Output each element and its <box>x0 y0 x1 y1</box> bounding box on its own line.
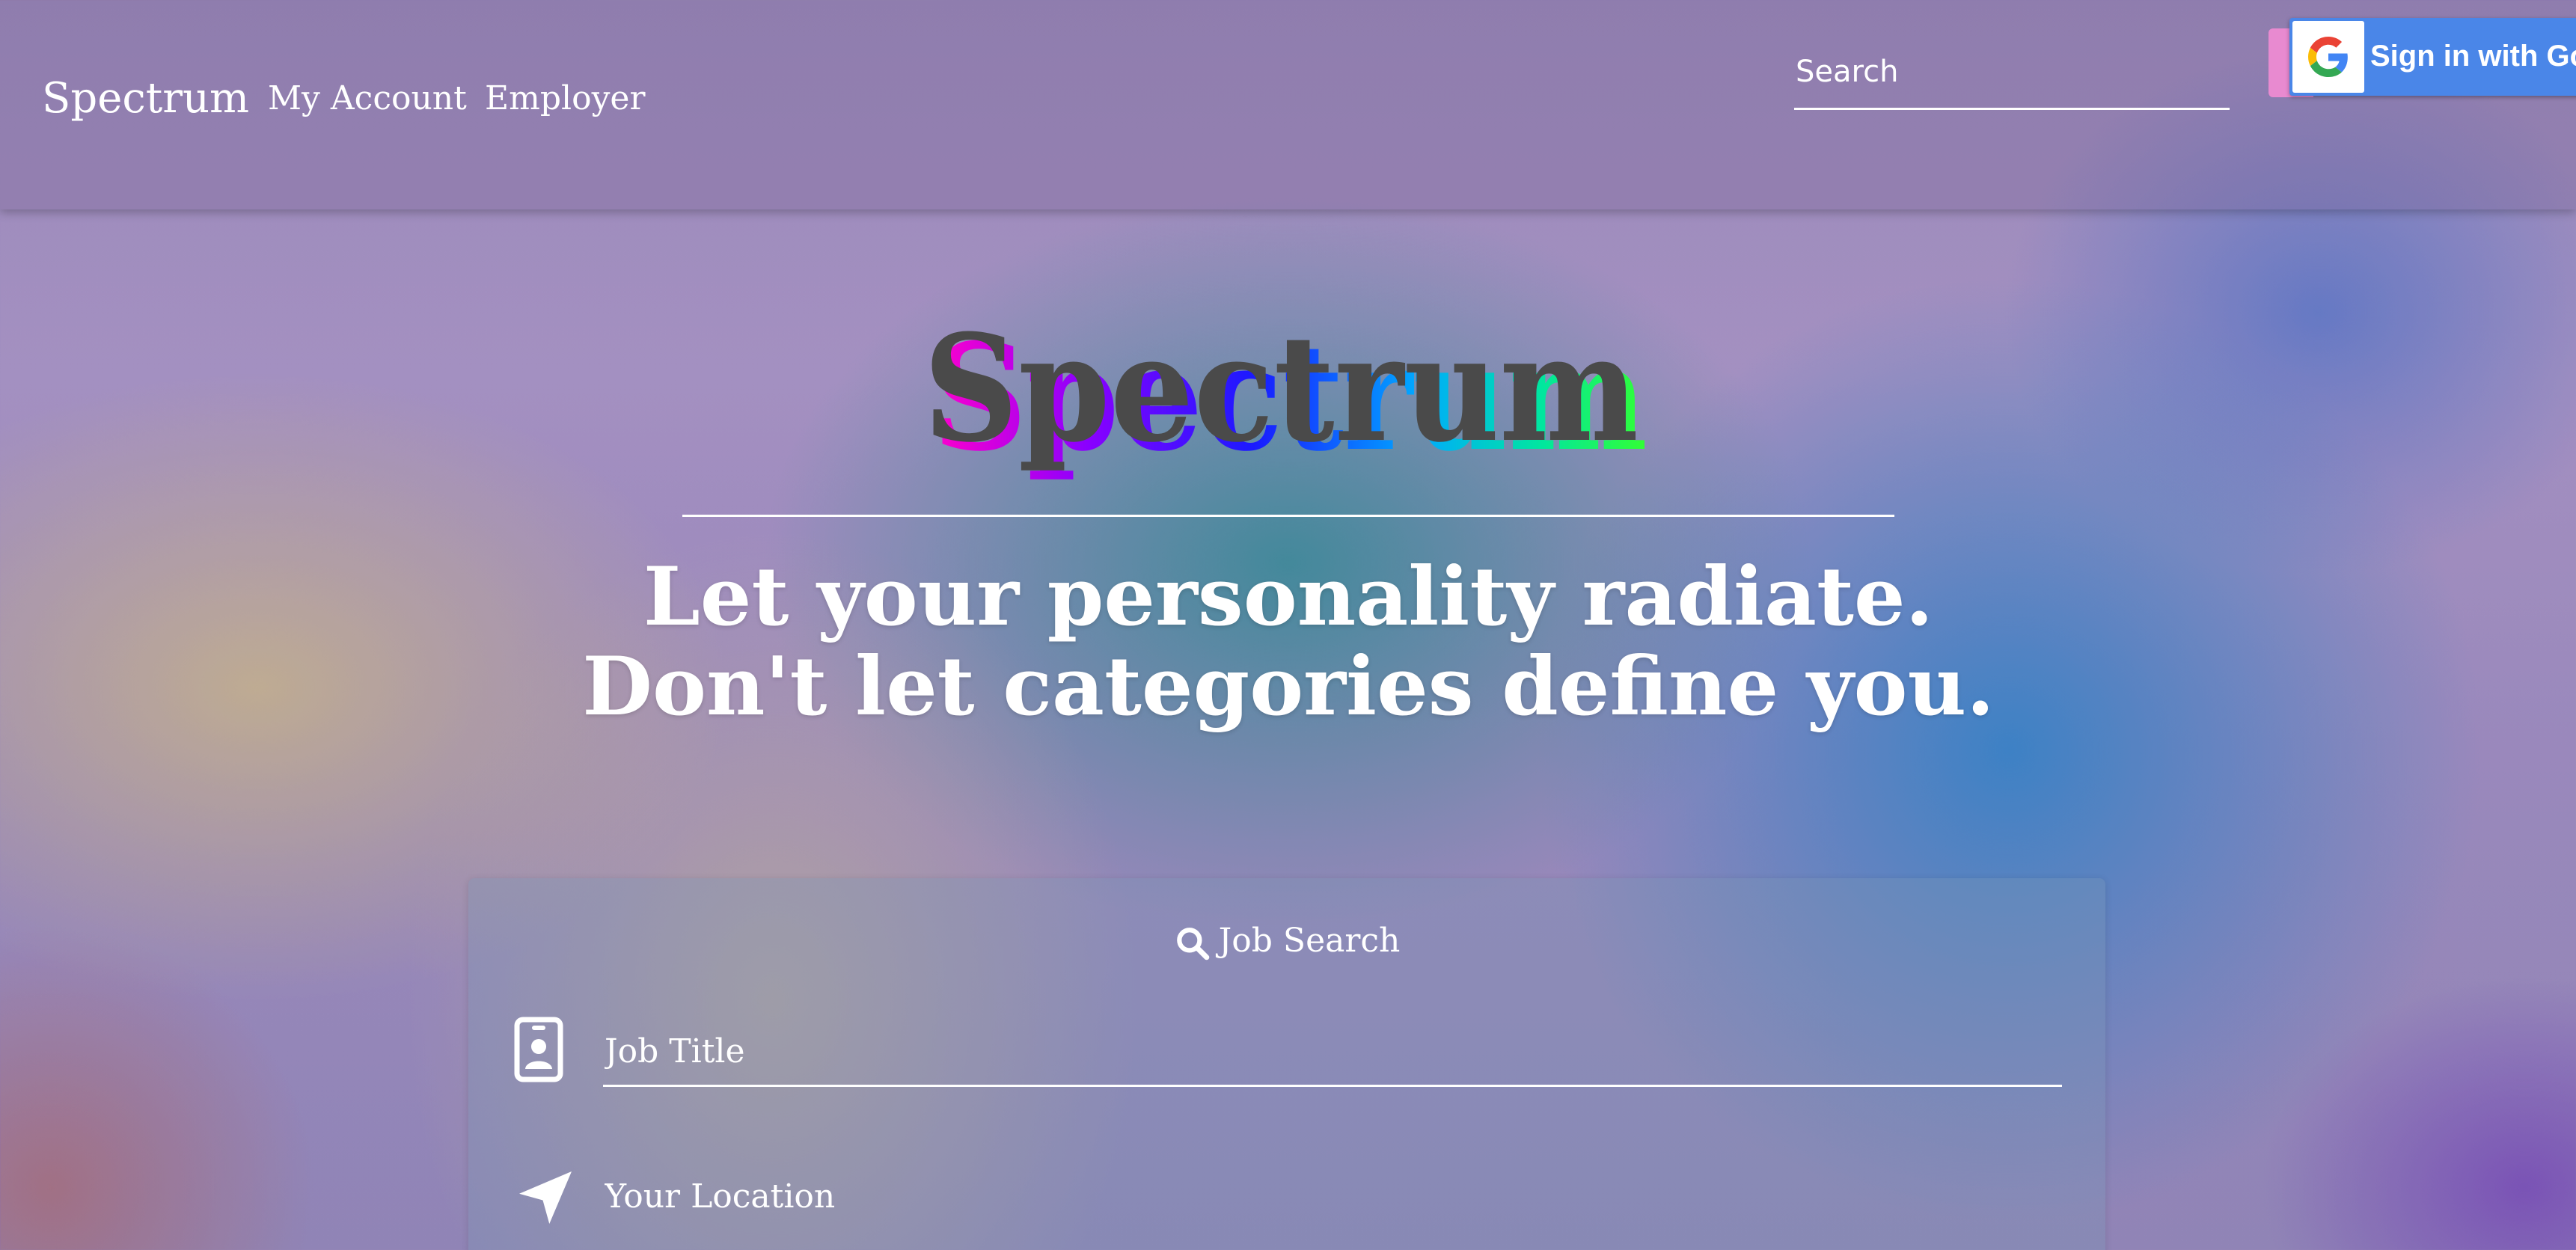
hero-divider <box>682 515 1894 517</box>
hero-tagline: Let your personality radiate. Don't let … <box>524 552 2053 732</box>
nav-search <box>1794 37 2231 110</box>
job-title-input[interactable] <box>603 1020 2065 1082</box>
search-icon <box>1176 927 1209 960</box>
id-badge-icon <box>512 1016 566 1083</box>
tagline-line-2: Don't let categories define you. <box>582 640 1995 734</box>
google-sign-in-label: Sign in with Google <box>2370 40 2576 73</box>
google-icon-container <box>2292 21 2364 93</box>
job-search-heading: Job Search <box>468 919 2105 963</box>
nav-link-employer[interactable]: Employer <box>485 76 646 121</box>
hero-logo: Spectrum Spectrum <box>923 303 1648 484</box>
tagline-line-1: Let your personality radiate. <box>643 550 1934 644</box>
nav-link-my-account[interactable]: My Account <box>268 76 467 121</box>
google-g-icon <box>2308 37 2348 77</box>
navbar: Spectrum My Account Employer Sign in wit… <box>0 0 2576 209</box>
hero-logo-text: Spectrum <box>923 303 1639 475</box>
nav-search-input[interactable] <box>1794 45 2231 99</box>
google-sign-in-button[interactable]: Sign in with Google <box>2289 18 2576 96</box>
job-title-field <box>603 1020 2065 1087</box>
location-input[interactable] <box>603 1165 2065 1227</box>
job-search-title: Job Search <box>1218 922 1401 960</box>
location-field <box>603 1165 2065 1230</box>
job-search-card: Job Search <box>468 878 2105 1250</box>
location-arrow-icon <box>512 1164 579 1231</box>
brand-link[interactable]: Spectrum <box>42 72 249 126</box>
